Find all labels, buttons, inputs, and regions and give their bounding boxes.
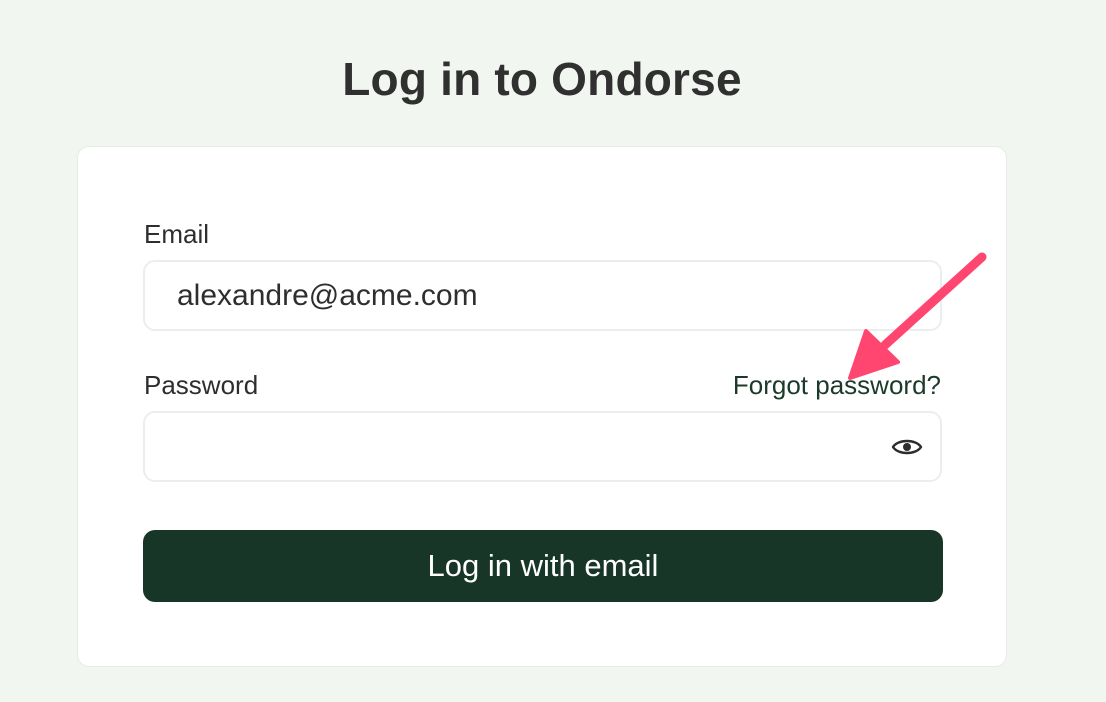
- login-page: Log in to Ondorse Email Password Forgot …: [0, 0, 1106, 702]
- email-label: Email: [144, 219, 210, 249]
- forgot-password-link[interactable]: Forgot password?: [733, 370, 941, 401]
- login-with-email-button[interactable]: Log in with email: [143, 530, 943, 602]
- show-password-toggle[interactable]: [890, 432, 924, 462]
- page-title: Log in to Ondorse: [342, 53, 742, 105]
- email-field[interactable]: [143, 260, 942, 331]
- password-label: Password: [144, 370, 259, 400]
- password-field[interactable]: [143, 411, 942, 482]
- eye-icon: [891, 439, 923, 455]
- login-card: Email Password Forgot password? Log in w…: [77, 146, 1007, 667]
